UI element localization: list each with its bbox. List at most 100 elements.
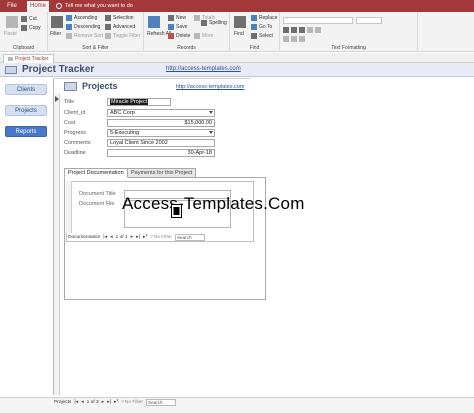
no-filter-button[interactable]: ▿ No Filter [121, 400, 143, 405]
go-to-icon [251, 24, 257, 30]
documentation-nav-bar: Documentation |◂ ◂ 1 of 1 ▸ ▸| ▸* ▿ No Fi… [68, 233, 205, 241]
font-size-select[interactable] [356, 17, 382, 24]
ascending-label: Ascending [74, 15, 98, 21]
descending-button[interactable]: Descending [66, 24, 100, 30]
projects-title: Projects [82, 81, 118, 91]
first-record-button[interactable]: |◂ [103, 234, 107, 240]
spelling-button[interactable]: Spelling [201, 20, 227, 26]
projects-record-counter[interactable]: 1 of 3 [87, 400, 99, 405]
projects-nav-bar: Projects |◂ ◂ 1 of 3 ▸ ▸| ▸* ▿ No Filter … [54, 398, 177, 406]
client-id-select[interactable]: ABC Corp [107, 109, 215, 117]
selection-label: Selection [113, 15, 134, 21]
remove-sort-icon [66, 33, 72, 39]
home-tab[interactable]: Home [27, 1, 49, 12]
last-record-button[interactable]: ▸| [136, 234, 140, 240]
projects-search-input[interactable]: Search [146, 398, 177, 406]
replace-icon [251, 15, 257, 21]
remove-sort-button[interactable]: Remove Sort [66, 33, 103, 39]
sort-ascending-icon [66, 15, 72, 21]
bold-button[interactable] [283, 27, 321, 33]
title-label: Title [64, 99, 75, 105]
new-record-nav-button[interactable]: ▸* [114, 399, 118, 405]
chevron-down-icon [209, 131, 213, 134]
sort-filter-label: Sort & Filter [82, 45, 109, 51]
font-name-select[interactable] [283, 17, 353, 24]
sort-filter-group: Filter Ascending Descending Remove Sort … [48, 12, 144, 52]
scissors-icon [21, 16, 27, 22]
totals-icon [194, 15, 200, 21]
cost-label: Cost [64, 120, 76, 126]
documentation-record-selector[interactable] [66, 181, 72, 233]
go-to-button[interactable]: Go To [251, 24, 272, 30]
title-field[interactable]: Miracle Project [107, 98, 171, 106]
selection-button[interactable]: Selection [105, 15, 134, 21]
tell-me-text: Tell me what you want to do [65, 3, 133, 9]
align-center-icon [291, 36, 297, 42]
header-link[interactable]: http://access-templates.com [166, 66, 241, 72]
deadline-field[interactable]: 30-Apr-18 [107, 149, 215, 157]
first-record-button[interactable]: |◂ [74, 399, 78, 405]
title-value: Miracle Project [110, 99, 149, 105]
projects-icon [64, 82, 77, 91]
current-record-arrow-icon [55, 96, 59, 102]
paste-button[interactable]: Paste [4, 31, 17, 37]
tab-project-documentation[interactable]: Project Documentation [64, 168, 128, 178]
next-record-button[interactable]: ▸ [131, 234, 134, 240]
lightbulb-icon [56, 3, 62, 9]
tell-me-box[interactable]: Tell me what you want to do [56, 0, 133, 12]
advanced-filter-icon [105, 24, 111, 30]
advanced-button[interactable]: Advanced [105, 24, 135, 30]
no-filter-button[interactable]: ▿ No Filter [150, 235, 172, 240]
previous-record-button[interactable]: ◂ [81, 399, 84, 405]
delete-label: Delete [176, 33, 191, 39]
save-button[interactable]: Save [168, 24, 187, 30]
watermark-text: Access-Templates.Com [122, 194, 305, 213]
toggle-filter-button[interactable]: Toggle Filter [105, 33, 140, 39]
comments-field[interactable]: Loyal Client Since 2002 [107, 139, 215, 147]
text-formatting-group: Text Formatting [280, 12, 418, 52]
more-icon [194, 33, 200, 39]
copy-button[interactable]: Copy [21, 25, 41, 31]
records-label: Records [177, 45, 196, 51]
go-to-label: Go To [259, 24, 273, 30]
projects-button[interactable]: Projects [5, 105, 47, 116]
progress-value: 5-Executing [110, 130, 140, 136]
file-tab[interactable]: File [0, 0, 24, 12]
align-left-icon [283, 36, 289, 42]
documentation-search-input[interactable]: Search [174, 233, 205, 241]
align-buttons[interactable] [283, 36, 305, 42]
replace-button[interactable]: Replace [251, 15, 277, 21]
sort-descending-icon [66, 24, 72, 30]
advanced-label: Advanced [113, 24, 136, 30]
filter-button[interactable]: Filter [50, 31, 61, 37]
ascending-button[interactable]: Ascending [66, 15, 97, 21]
project-tracker-tab[interactable]: Project Tracker [3, 54, 54, 63]
bold-icon [283, 27, 289, 33]
cut-button[interactable]: Cut [21, 16, 37, 22]
remove-sort-label: Remove Sort [74, 33, 104, 39]
cost-field[interactable]: $15,000.00 [107, 119, 215, 127]
previous-record-button[interactable]: ◂ [110, 234, 113, 240]
new-record-nav-button[interactable]: ▸* [143, 234, 147, 240]
form-header-icon [5, 66, 17, 74]
projects-link[interactable]: http://access-templates.com [176, 84, 244, 90]
find-button[interactable]: Find [234, 31, 244, 37]
more-button[interactable]: More [194, 33, 213, 39]
project-tracker-tab-label: Project Tracker [15, 56, 49, 62]
progress-select[interactable]: 5-Executing [107, 129, 215, 137]
select-button[interactable]: Select [251, 33, 273, 39]
clients-button[interactable]: Clients [5, 84, 47, 95]
documentation-record-counter[interactable]: 1 of 1 [116, 235, 128, 240]
new-record-button[interactable]: New [168, 15, 186, 21]
last-record-button[interactable]: ▸| [107, 399, 111, 405]
reports-button[interactable]: Reports [5, 126, 47, 137]
client-id-value: ABC Corp [110, 110, 135, 116]
title-bar: File Home Tell me what you want to do [0, 0, 474, 12]
next-record-button[interactable]: ▸ [102, 399, 105, 405]
delete-button[interactable]: Delete [168, 33, 190, 39]
new-record-icon [168, 15, 174, 21]
deadline-label: Deadline [64, 150, 86, 156]
records-group: Refresh All New Save Delete Totals Spell… [144, 12, 230, 52]
record-selector[interactable] [54, 94, 60, 395]
projects-nav-label: Projects [54, 399, 72, 405]
